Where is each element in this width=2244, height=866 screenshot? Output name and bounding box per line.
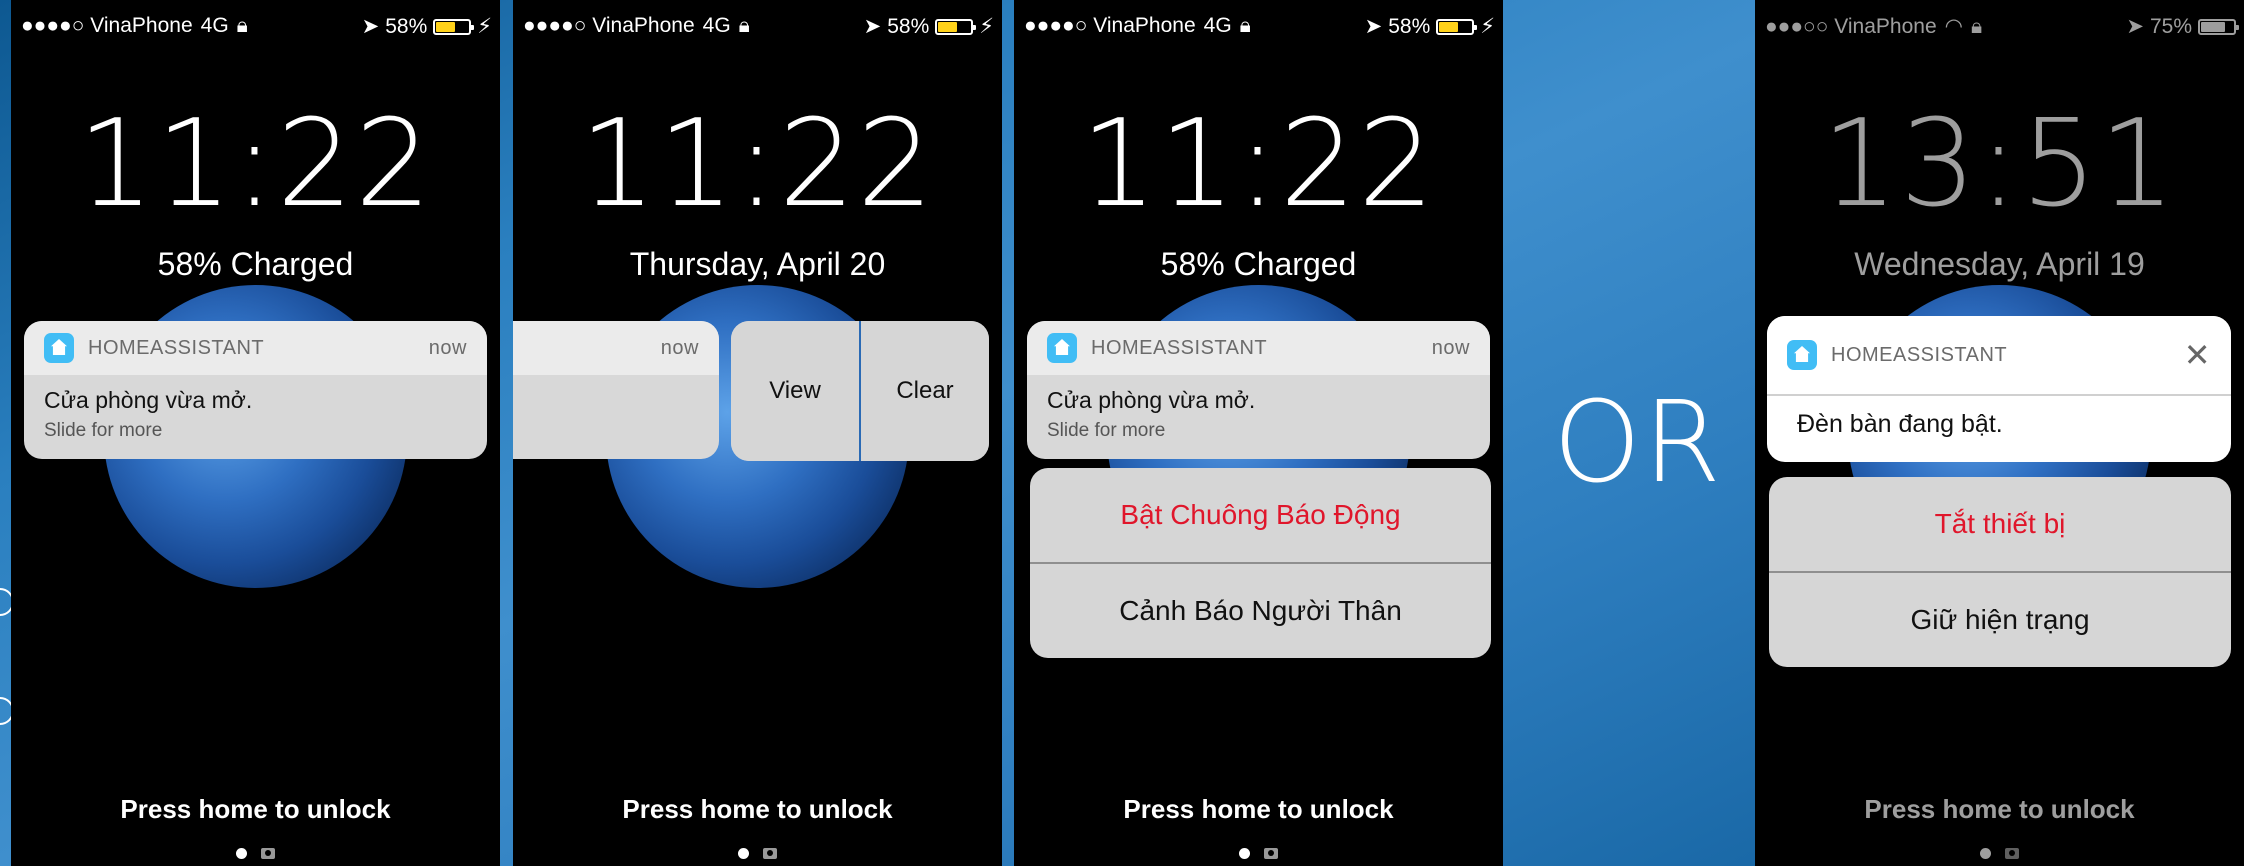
location-arrow-icon: ➤ [863,15,882,38]
battery-percent: 58% [1388,14,1431,38]
page-indicator [1755,848,2244,859]
notification-header: HOMEASSISTANT ✕ [1767,316,2231,396]
lockscreen-1: ●●●●○ VinaPhone 4G 🔒︎ ➤ 58% ⚡︎ 11:22 58%… [11,0,500,866]
camera-icon[interactable] [1264,848,1278,859]
charge-status: 58% Charged [157,246,354,282]
lock-icon: 🔒︎ [236,14,248,37]
notification-card[interactable]: HOMEASSISTANT now Cửa phòng vừa mở. Slid… [1027,321,1490,459]
network-label: 4G [200,14,229,37]
lockscreen-3: ●●●●○ VinaPhone 4G 🔒︎ ➤ 58% ⚡︎ 11:22 58%… [1014,0,1503,866]
charging-bolt-icon: ⚡︎ [979,15,994,38]
notification-time: now [428,336,467,359]
notification-header: HOMEASSISTANT now [24,321,487,375]
notification-message: Đèn bàn đang bật. [1797,410,2003,438]
carrier-label: ●●●●○ VinaPhone [21,14,193,37]
notification-actions: Bật Chuông Báo Động Cảnh Báo Người Thân [1030,468,1491,658]
app-name: HOMEASSISTANT [88,336,265,359]
status-bar: ●●●●○ VinaPhone 4G 🔒︎ ➤ 58% ⚡︎ [1014,0,1503,52]
page-dot [1239,848,1250,859]
lock-icon: 🔒︎ [1970,14,1983,38]
homeassistant-app-icon [44,333,74,363]
status-bar: ●●●●○ VinaPhone 4G 🔒︎ ➤ 58% ⚡︎ [513,0,1002,52]
charge-status: 58% Charged [1160,246,1357,282]
camera-icon[interactable] [2005,848,2019,859]
network-label: 4G [702,14,731,37]
unlock-hint: Press home to unlock [120,794,391,824]
page-indicator [1014,848,1503,859]
location-arrow-icon: ➤ [1364,15,1383,38]
close-icon[interactable]: ✕ [2184,336,2211,374]
lock-icon: 🔒︎ [738,14,750,37]
swipe-actions: View Clear [731,321,989,461]
notification-hint: Slide for more [44,420,163,441]
charging-bolt-icon: ⚡︎ [477,15,492,38]
alert-family-button[interactable]: Cảnh Báo Người Thân [1030,562,1491,658]
page-indicator [513,848,1002,859]
camera-icon[interactable] [261,848,275,859]
notification-time: now [660,336,699,359]
clear-button[interactable]: Clear [861,321,989,461]
date-label: Wednesday, April 19 [1854,246,2145,282]
homeassistant-app-icon [1787,340,1817,370]
view-button[interactable]: View [731,321,861,461]
unlock-hint: Press home to unlock [622,794,893,824]
camera-icon[interactable] [763,848,777,859]
notification-header: HOMEASSISTANT now [1027,321,1490,375]
battery-percent: 58% [887,14,930,38]
unlock-hint: Press home to unlock [1864,794,2135,824]
carrier-label: ●●●●○ VinaPhone [1024,14,1196,37]
status-bar: ●●●●○ VinaPhone 4G 🔒︎ ➤ 58% ⚡︎ [11,0,500,52]
carrier-label: ●●●○○ VinaPhone [1765,14,1937,38]
notification-actions: Tắt thiết bị Giữ hiện trạng [1769,477,2231,667]
notification-body: Cửa phòng vừa mở. Slide for more [24,375,487,454]
lockscreen-2: ●●●●○ VinaPhone 4G 🔒︎ ➤ 58% ⚡︎ 11:22 Thu… [513,0,1002,866]
keep-state-button[interactable]: Giữ hiện trạng [1769,571,2231,667]
notification-message: Cửa phòng vừa mở. [44,387,253,413]
app-name: HOMEASSISTANT [1091,336,1268,359]
battery-percent: 75% [2149,14,2192,38]
notification-body: Đèn bàn đang bật. [1767,396,2231,453]
ring-alarm-button[interactable]: Bật Chuông Báo Động [1030,468,1491,562]
homeassistant-app-icon [1047,333,1077,363]
clock: 11:22 [77,95,434,234]
or-divider: OR [1553,378,1723,508]
location-arrow-icon: ➤ [361,15,380,38]
carrier-label: ●●●●○ VinaPhone [523,14,695,37]
page-indicator [11,848,500,859]
notification-card-swiped[interactable]: now [513,321,719,459]
location-arrow-icon: ➤ [2126,15,2144,38]
network-label: 4G [1203,14,1232,37]
battery-icon [935,18,977,35]
wifi-icon: ◠ [1944,15,1963,38]
clock: 11:22 [1080,95,1437,234]
date-label: Thursday, April 20 [629,246,886,282]
page-dot [236,848,247,859]
clock: 11:22 [579,95,936,234]
status-bar: ●●●○○ VinaPhone ◠ 🔒︎ ➤ 75% [1755,0,2244,52]
charging-bolt-icon: ⚡︎ [1480,15,1495,38]
battery-icon [2198,18,2239,35]
notification-card[interactable]: HOMEASSISTANT ✕ Đèn bàn đang bật. [1767,316,2231,462]
page-dot [1980,848,1991,859]
notification-time: now [1431,336,1470,359]
notification-header: now [513,321,719,375]
notification-card[interactable]: HOMEASSISTANT now Cửa phòng vừa mở. Slid… [24,321,487,459]
clock: 13:51 [1821,95,2178,234]
notification-hint: Slide for more [1047,420,1166,441]
notification-body: Cửa phòng vừa mở. Slide for more [1027,375,1490,454]
lock-icon: 🔒︎ [1239,14,1251,37]
app-name: HOMEASSISTANT [1831,343,2008,366]
battery-icon [433,18,475,35]
battery-icon [1436,18,1478,35]
page-dot [738,848,749,859]
battery-percent: 58% [385,14,428,38]
unlock-hint: Press home to unlock [1123,794,1394,824]
turn-off-device-button[interactable]: Tắt thiết bị [1769,477,2231,571]
notification-message: Cửa phòng vừa mở. [1047,387,1256,413]
lockscreen-4: ●●●○○ VinaPhone ◠ 🔒︎ ➤ 75% 13:51 Wednesd… [1755,0,2244,866]
